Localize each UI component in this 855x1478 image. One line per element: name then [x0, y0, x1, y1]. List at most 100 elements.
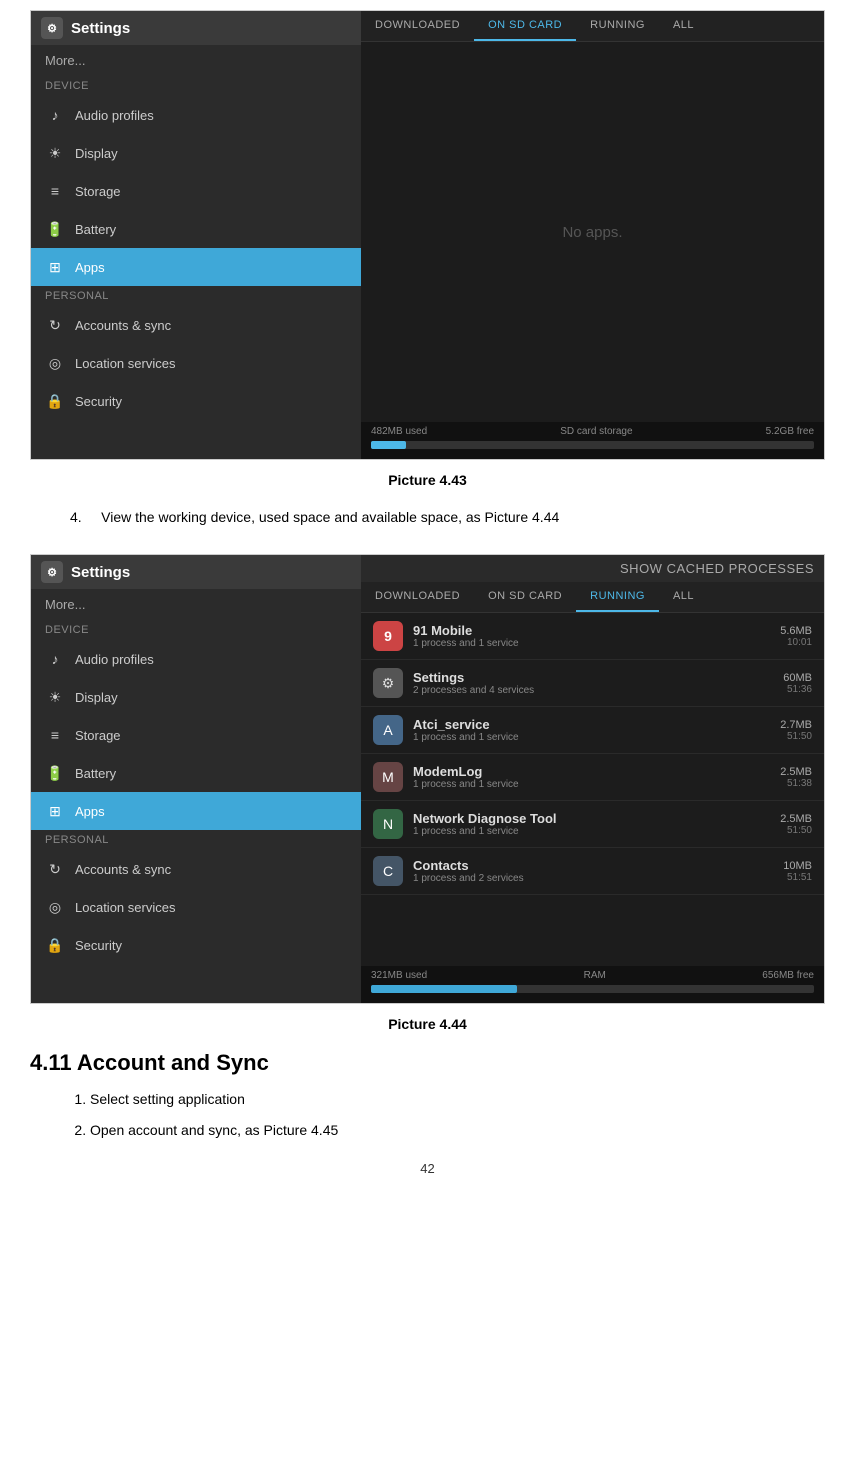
- accounts-label: Accounts & sync: [75, 318, 171, 333]
- tab-downloaded[interactable]: DOWNLOADED: [361, 11, 474, 41]
- sidebar-title-44: Settings: [71, 564, 130, 581]
- app-meta-1: 60MB 51:36: [783, 672, 812, 695]
- sidebar-item-apps[interactable]: ⊞ Apps: [31, 248, 361, 286]
- app-name-2: Atci_service: [413, 717, 780, 732]
- app-icon-1: ⚙: [373, 668, 403, 698]
- app-row-2[interactable]: A Atci_service 1 process and 1 service 2…: [361, 707, 824, 754]
- app-desc-4: 1 process and 1 service: [413, 826, 780, 837]
- app-info-1: Settings 2 processes and 4 services: [413, 670, 783, 696]
- personal-section-label: PERSONAL: [31, 286, 361, 306]
- app-info-2: Atci_service 1 process and 1 service: [413, 717, 780, 743]
- display-label: Display: [75, 146, 118, 161]
- main-header-44: SHOW CACHED PROCESSES: [361, 555, 824, 582]
- sidebar-4-44: ⚙ Settings More... DEVICE ♪ Audio profil…: [31, 555, 361, 1003]
- app-icon-0: 9: [373, 621, 403, 651]
- display-icon: ☀: [45, 143, 65, 163]
- no-apps-content: No apps.: [361, 42, 824, 422]
- app-icon-3: M: [373, 762, 403, 792]
- sidebar-item-apps-44[interactable]: ⊞ Apps: [31, 792, 361, 830]
- app-info-5: Contacts 1 process and 2 services: [413, 858, 783, 884]
- app-meta-0: 5.6MB 10:01: [780, 625, 812, 648]
- audio-label-44: Audio profiles: [75, 652, 154, 667]
- display-label-44: Display: [75, 690, 118, 705]
- personal-section-label-44: PERSONAL: [31, 830, 361, 850]
- sidebar-more[interactable]: More...: [31, 45, 361, 76]
- apps-icon-44: ⊞: [45, 801, 65, 821]
- sidebar-item-battery-44[interactable]: 🔋 Battery: [31, 754, 361, 792]
- sidebar-item-battery[interactable]: 🔋 Battery: [31, 210, 361, 248]
- tab-all[interactable]: ALL: [659, 11, 708, 41]
- storage-label-text: Storage: [75, 184, 121, 199]
- ram-used: 321MB used: [371, 970, 427, 981]
- tab-all-44[interactable]: ALL: [659, 582, 708, 612]
- app-desc-2: 1 process and 1 service: [413, 732, 780, 743]
- sidebar-item-security[interactable]: 🔒 Security: [31, 382, 361, 420]
- sidebar-item-accounts[interactable]: ↻ Accounts & sync: [31, 306, 361, 344]
- app-info-0: 91 Mobile 1 process and 1 service: [413, 623, 780, 649]
- main-panel-4-44: SHOW CACHED PROCESSES DOWNLOADED ON SD C…: [361, 555, 824, 1003]
- apps-label-44: Apps: [75, 804, 105, 819]
- tab-running-44[interactable]: RUNNING: [576, 582, 659, 612]
- page-number: 42: [30, 1161, 825, 1176]
- app-time-5: 51:51: [783, 872, 812, 883]
- app-name-0: 91 Mobile: [413, 623, 780, 638]
- tab-on-sd-card-44[interactable]: ON SD CARD: [474, 582, 576, 612]
- storage-icon: ≡: [45, 181, 65, 201]
- sidebar-header: ⚙ Settings: [31, 11, 361, 45]
- sidebar-item-accounts-44[interactable]: ↻ Accounts & sync: [31, 850, 361, 888]
- main-panel-4-43: DOWNLOADED ON SD CARD RUNNING ALL No app…: [361, 11, 824, 459]
- battery-icon-44: 🔋: [45, 763, 65, 783]
- app-icon-5: C: [373, 856, 403, 886]
- sidebar-item-storage[interactable]: ≡ Storage: [31, 172, 361, 210]
- app-meta-2: 2.7MB 51:50: [780, 719, 812, 742]
- step-4: 4. View the working device, used space a…: [70, 506, 825, 528]
- app-desc-5: 1 process and 2 services: [413, 873, 783, 884]
- app-row-3[interactable]: M ModemLog 1 process and 1 service 2.5MB…: [361, 754, 824, 801]
- security-icon-44: 🔒: [45, 935, 65, 955]
- storage-free: 5.2GB free: [766, 426, 814, 437]
- step-411-1-text: Select setting application: [90, 1091, 245, 1107]
- app-size-2: 2.7MB: [780, 719, 812, 731]
- app-icon-4: N: [373, 809, 403, 839]
- tab-downloaded-44[interactable]: DOWNLOADED: [361, 582, 474, 612]
- screenshot-4-44: ⚙ Settings More... DEVICE ♪ Audio profil…: [30, 554, 825, 1004]
- sidebar-item-audio-profiles[interactable]: ♪ Audio profiles: [31, 96, 361, 134]
- app-name-4: Network Diagnose Tool: [413, 811, 780, 826]
- app-size-0: 5.6MB: [780, 625, 812, 637]
- ram-label: RAM: [584, 970, 606, 981]
- tab-on-sd-card[interactable]: ON SD CARD: [474, 11, 576, 41]
- screenshot-4-43: ⚙ Settings More... DEVICE ♪ Audio profil…: [30, 10, 825, 460]
- sidebar-item-display[interactable]: ☀ Display: [31, 134, 361, 172]
- app-row-5[interactable]: C Contacts 1 process and 2 services 10MB…: [361, 848, 824, 895]
- sidebar-item-display-44[interactable]: ☀ Display: [31, 678, 361, 716]
- show-cached-label[interactable]: SHOW CACHED PROCESSES: [620, 561, 814, 576]
- app-row-4[interactable]: N Network Diagnose Tool 1 process and 1 …: [361, 801, 824, 848]
- audio-profiles-label: Audio profiles: [75, 108, 154, 123]
- settings-icon: ⚙: [41, 17, 63, 39]
- app-name-5: Contacts: [413, 858, 783, 873]
- sidebar-item-location[interactable]: ◎ Location services: [31, 344, 361, 382]
- page-container: ⚙ Settings More... DEVICE ♪ Audio profil…: [0, 0, 855, 1206]
- sidebar-item-security-44[interactable]: 🔒 Security: [31, 926, 361, 964]
- sidebar-item-location-44[interactable]: ◎ Location services: [31, 888, 361, 926]
- caption-4-43: Picture 4.43: [30, 472, 825, 488]
- app-size-4: 2.5MB: [780, 813, 812, 825]
- location-icon-44: ◎: [45, 897, 65, 917]
- sidebar-4-43: ⚙ Settings More... DEVICE ♪ Audio profil…: [31, 11, 361, 459]
- app-row-1[interactable]: ⚙ Settings 2 processes and 4 services 60…: [361, 660, 824, 707]
- app-meta-3: 2.5MB 51:38: [780, 766, 812, 789]
- section-heading-411: 4.11 Account and Sync: [30, 1050, 825, 1076]
- app-meta-4: 2.5MB 51:50: [780, 813, 812, 836]
- sidebar-more-44[interactable]: More...: [31, 589, 361, 620]
- sidebar-item-storage-44[interactable]: ≡ Storage: [31, 716, 361, 754]
- security-label: Security: [75, 394, 122, 409]
- settings-icon-44: ⚙: [41, 561, 63, 583]
- app-row-0[interactable]: 9 91 Mobile 1 process and 1 service 5.6M…: [361, 613, 824, 660]
- app-name-3: ModemLog: [413, 764, 780, 779]
- app-info-4: Network Diagnose Tool 1 process and 1 se…: [413, 811, 780, 837]
- step-4-number: 4.: [70, 509, 82, 525]
- sidebar-header-44: ⚙ Settings: [31, 555, 361, 589]
- ram-bar: [371, 985, 814, 993]
- sidebar-item-audio-profiles-44[interactable]: ♪ Audio profiles: [31, 640, 361, 678]
- tab-running[interactable]: RUNNING: [576, 11, 659, 41]
